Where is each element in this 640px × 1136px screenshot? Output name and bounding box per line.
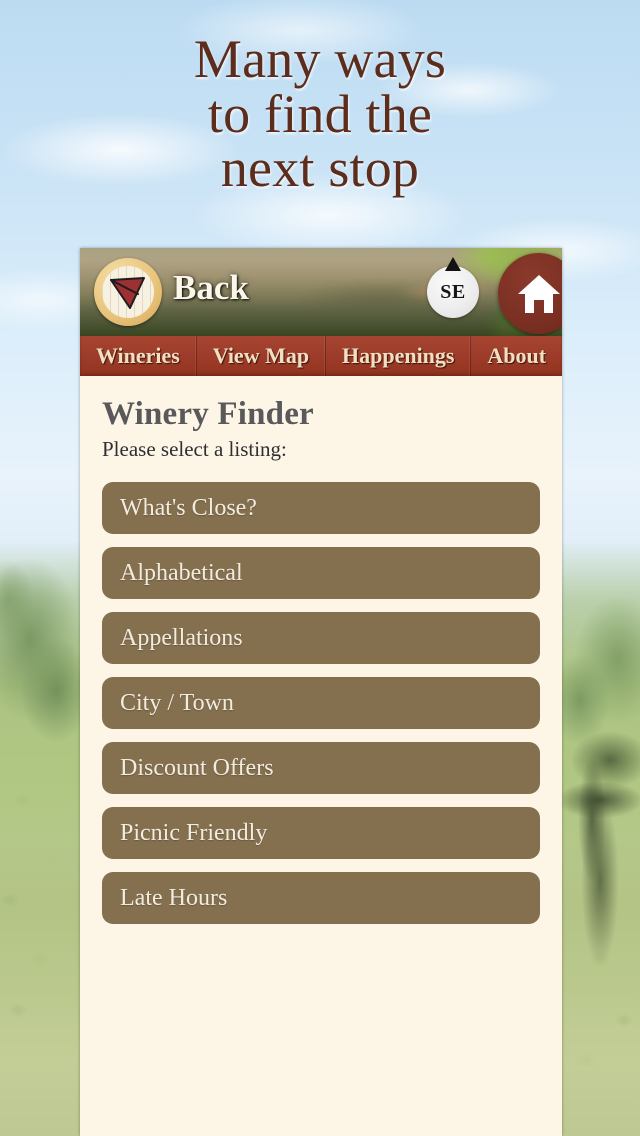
headline-line-1: Many ways [193, 29, 447, 89]
nav-item-view-map[interactable]: View Map [197, 336, 327, 376]
app-screenshot-panel: Back SE Wineries View Map Happenings Abo… [80, 248, 562, 1136]
wine-glass-icon [110, 277, 145, 309]
listing-button-late-hours[interactable]: Late Hours [102, 872, 540, 924]
promo-headline: Many ways to find the next stop [0, 32, 640, 196]
headline-line-2: to find the [207, 83, 433, 144]
page-title: Winery Finder [102, 396, 314, 432]
listing-button-discount-offers[interactable]: Discount Offers [102, 742, 540, 794]
listing-button-appellations[interactable]: Appellations [102, 612, 540, 664]
app-logo-button[interactable] [94, 258, 162, 326]
listing-button-group: What's Close? Alphabetical Appellations … [102, 482, 540, 924]
home-button[interactable] [498, 253, 562, 334]
listing-button-alphabetical[interactable]: Alphabetical [102, 547, 540, 599]
nav-item-about[interactable]: About [471, 336, 562, 376]
headline-line-3: next stop [220, 138, 420, 199]
compass-direction-label: SE [440, 280, 466, 303]
nav-item-wineries[interactable]: Wineries [80, 336, 197, 376]
page-subtitle: Please select a listing: [102, 437, 287, 461]
logo-inner-face [102, 266, 154, 318]
app-header-bar: Back SE [80, 248, 562, 336]
compass-direction-badge[interactable]: SE [427, 257, 479, 318]
listing-button-city-town[interactable]: City / Town [102, 677, 540, 729]
listing-button-picnic-friendly[interactable]: Picnic Friendly [102, 807, 540, 859]
app-content-area: Winery Finder Please select a listing: W… [80, 376, 562, 1136]
back-button[interactable]: Back [173, 268, 249, 308]
app-nav-bar: Wineries View Map Happenings About [80, 336, 562, 376]
home-icon [517, 274, 560, 313]
listing-button-whats-close[interactable]: What's Close? [102, 482, 540, 534]
nav-item-happenings[interactable]: Happenings [326, 336, 472, 376]
